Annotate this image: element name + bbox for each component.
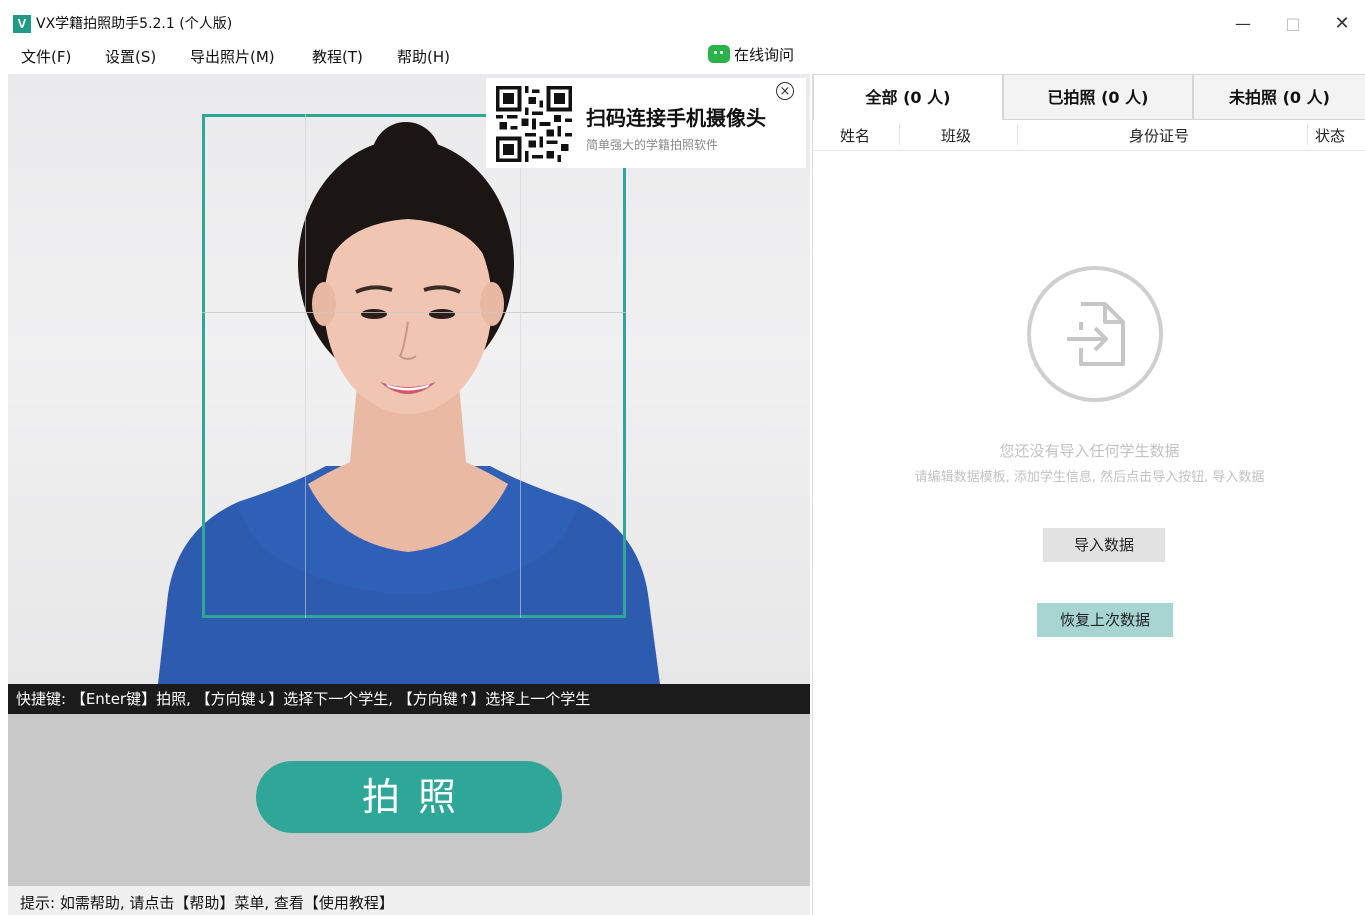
online-ask-button[interactable]: 在线询问 [708, 42, 794, 66]
column-status[interactable]: 状态 [1315, 125, 1345, 146]
qr-popup-subtitle: 简单强大的学籍拍照软件 [586, 138, 719, 152]
shortcut-hint-bar: 快捷键: 【Enter键】拍照, 【方向键↓】选择下一个学生, 【方向键↑】选择… [8, 684, 810, 714]
status-bar: 提示: 如需帮助, 请点击【帮助】菜单, 查看【使用教程】 [8, 886, 810, 915]
camera-preview: 扫码连接手机摄像头 简单强大的学籍拍照软件 × [8, 74, 810, 684]
minimize-button[interactable]: — [1220, 8, 1266, 40]
close-button[interactable]: ✕ [1319, 8, 1365, 40]
import-data-button[interactable]: 导入数据 [1043, 528, 1165, 562]
wechat-icon [708, 45, 730, 63]
app-logo-icon: V [13, 15, 31, 33]
restore-last-data-button[interactable]: 恢复上次数据 [1037, 603, 1173, 637]
student-list-panel: 全部 (0 人) 已拍照 (0 人) 未拍照 (0 人) 姓名 班级 身份证号 … [812, 74, 1365, 915]
guide-line-left [305, 114, 306, 618]
divider [1017, 124, 1018, 146]
tab-all[interactable]: 全部 (0 人) [813, 74, 1003, 120]
divider [899, 124, 900, 146]
empty-instructions: 请编辑数据模板, 添加学生信息, 然后点击导入按钮, 导入数据 [914, 470, 1265, 485]
online-ask-label: 在线询问 [734, 45, 795, 64]
menu-export-photos[interactable]: 导出照片(M) [190, 47, 275, 67]
close-icon[interactable]: × [776, 82, 794, 100]
empty-message: 您还没有导入任何学生数据 [999, 442, 1180, 460]
qr-popup-title: 扫码连接手机摄像头 [586, 106, 766, 130]
shortcut-hint-text: 快捷键: 【Enter键】拍照, 【方向键↓】选择下一个学生, 【方向键↑】选择… [16, 690, 591, 708]
qr-connect-popup: 扫码连接手机摄像头 简单强大的学籍拍照软件 × [486, 78, 806, 168]
menu-tutorial[interactable]: 教程(T) [312, 47, 363, 67]
maximize-button[interactable]: □ [1270, 8, 1316, 40]
column-id-number[interactable]: 身份证号 [1129, 125, 1189, 146]
tab-not-photographed[interactable]: 未拍照 (0 人) [1193, 74, 1365, 120]
menu-help[interactable]: 帮助(H) [397, 47, 450, 67]
shoot-area: 拍照 [8, 714, 810, 886]
photo-crop-frame [202, 114, 626, 618]
divider [1307, 124, 1308, 146]
tab-photographed[interactable]: 已拍照 (0 人) [1003, 74, 1193, 120]
table-header: 姓名 班级 身份证号 状态 [813, 120, 1365, 151]
window-title: VX学籍拍照助手5.2.1 (个人版) [36, 16, 233, 32]
filter-tabs: 全部 (0 人) 已拍照 (0 人) 未拍照 (0 人) [813, 74, 1365, 120]
eye-guide-line [202, 312, 626, 313]
guide-line-right [520, 114, 521, 618]
take-photo-button[interactable]: 拍照 [256, 761, 562, 833]
menu-file[interactable]: 文件(F) [21, 47, 71, 67]
import-file-icon [1027, 266, 1163, 402]
status-text: 提示: 如需帮助, 请点击【帮助】菜单, 查看【使用教程】 [20, 894, 394, 912]
qr-code[interactable] [496, 86, 572, 162]
column-class[interactable]: 班级 [941, 125, 971, 146]
menu-settings[interactable]: 设置(S) [105, 47, 156, 67]
menu-bar: 文件(F) 设置(S) 导出照片(M) 教程(T) 帮助(H) 在线询问 [8, 40, 1365, 74]
column-name[interactable]: 姓名 [840, 125, 870, 146]
title-bar: V VX学籍拍照助手5.2.1 (个人版) — □ ✕ [8, 8, 1365, 40]
